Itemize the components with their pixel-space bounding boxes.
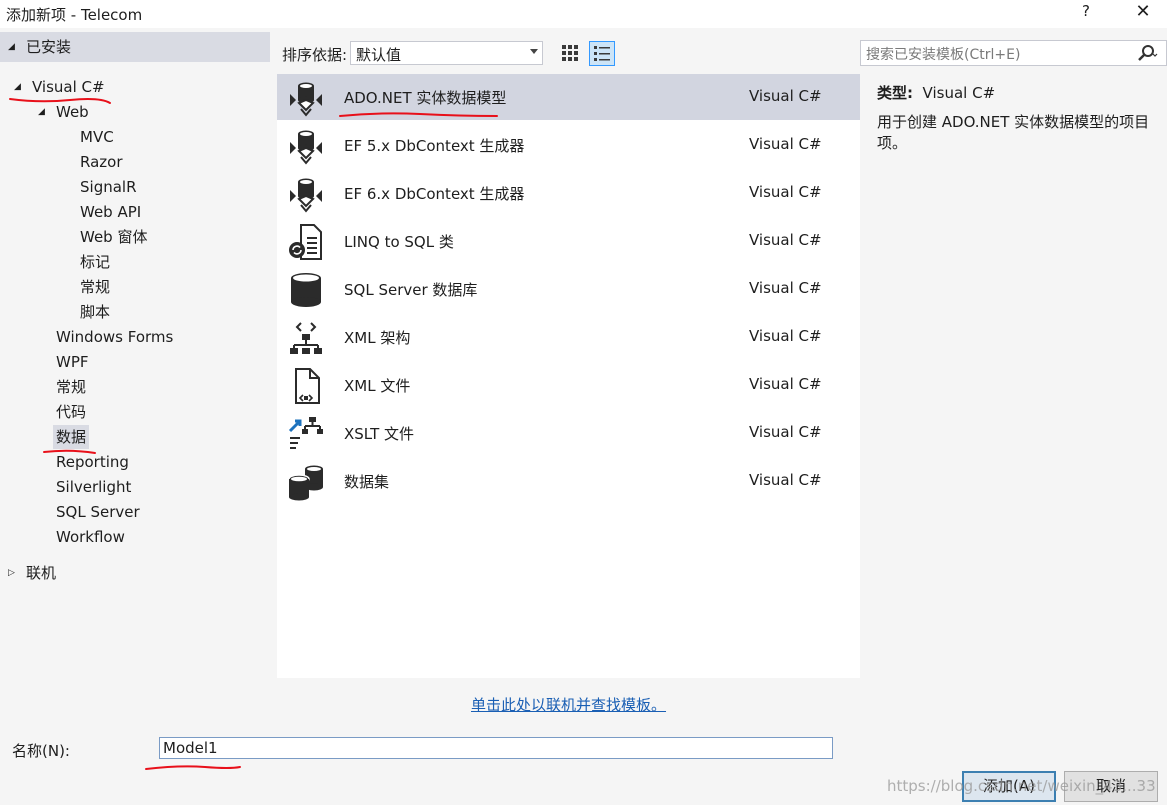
search-input[interactable]: 搜索已安装模板(Ctrl+E) (860, 40, 1167, 66)
xml-schema-icon (287, 319, 325, 357)
ado-entity-icon (287, 79, 325, 117)
template-type: 类型: Visual C# (877, 82, 995, 103)
search-icon[interactable] (1136, 43, 1158, 63)
window-title: 添加新项 - Telecom (6, 6, 143, 24)
template-description: 用于创建 ADO.NET 实体数据模型的项目项。 (877, 113, 1150, 152)
sort-value: 默认值 (356, 46, 402, 64)
template-item-ado-entity[interactable]: ADO.NET 实体数据模型 Visual C# (277, 74, 860, 120)
type-label: 类型: (877, 84, 913, 102)
search-placeholder: 搜索已安装模板(Ctrl+E) (866, 47, 1021, 63)
template-item-dataset[interactable]: 数据集 Visual C# (277, 458, 860, 504)
dataset-icon (287, 463, 325, 501)
name-label: 名称(N): (12, 742, 70, 760)
chevron-down-icon (530, 49, 538, 54)
xslt-file-icon (287, 415, 325, 453)
template-item-sql-database[interactable]: SQL Server 数据库 Visual C# (277, 266, 860, 312)
list-view-icon[interactable] (589, 41, 615, 66)
template-item-xml-schema[interactable]: XML 架构 Visual C# (277, 314, 860, 360)
ef-generator-icon (287, 127, 325, 165)
database-icon (287, 271, 325, 309)
template-detail-panel: 类型: Visual C# 用于创建 ADO.NET 实体数据模型的项目项。 (862, 74, 1167, 714)
template-item-xml-file[interactable]: XML 文件 Visual C# (277, 362, 860, 408)
grid-view-icon[interactable] (558, 41, 582, 65)
template-item-xslt-file[interactable]: XSLT 文件 Visual C# (277, 410, 860, 456)
tree-node-visual-csharp[interactable]: Visual C# (14, 75, 154, 99)
expand-arrow-icon[interactable] (8, 35, 20, 59)
tree-node-web[interactable]: Web (38, 100, 138, 124)
linq-to-sql-icon (287, 223, 325, 261)
template-toolbar: 排序依据: 默认值 搜索已安装模板(Ctrl+E) (272, 28, 1167, 74)
type-value: Visual C# (922, 84, 996, 102)
collapse-arrow-icon[interactable] (8, 561, 20, 585)
template-item-ef5-dbcontext[interactable]: EF 5.x DbContext 生成器 Visual C# (277, 122, 860, 168)
installed-node[interactable]: 已安装 (0, 32, 270, 62)
sort-dropdown[interactable]: 默认值 (350, 41, 543, 65)
template-item-ef6-dbcontext[interactable]: EF 6.x DbContext 生成器 Visual C# (277, 170, 860, 216)
sort-label: 排序依据: (282, 46, 348, 64)
xml-file-icon (287, 367, 325, 405)
title-bar: 添加新项 - Telecom ? ✕ (0, 0, 1167, 28)
ef-generator-icon (287, 175, 325, 213)
tree-node-online[interactable]: 联机 (8, 561, 88, 585)
expand-arrow-icon[interactable] (14, 75, 26, 99)
name-field[interactable] (159, 737, 833, 759)
close-button[interactable]: ✕ (1130, 1, 1156, 25)
expand-arrow-icon[interactable] (38, 100, 50, 124)
template-list: ADO.NET 实体数据模型 Visual C# EF 5.x DbContex… (277, 74, 860, 678)
template-item-linq-to-sql[interactable]: LINQ to SQL 类 Visual C# (277, 218, 860, 264)
tree-node-category-selected[interactable]: 数据 (53, 425, 89, 449)
help-button[interactable]: ? (1078, 2, 1094, 24)
watermark: https://blog.csdn.net/weixin_43...33 (887, 777, 1156, 795)
template-category-tree: 已安装 Visual C# Web MVC Razor SignalR Web … (0, 28, 272, 730)
installed-label: 已安装 (26, 38, 72, 56)
online-templates-link[interactable]: 单击此处以联机并查找模板。 (471, 694, 666, 715)
